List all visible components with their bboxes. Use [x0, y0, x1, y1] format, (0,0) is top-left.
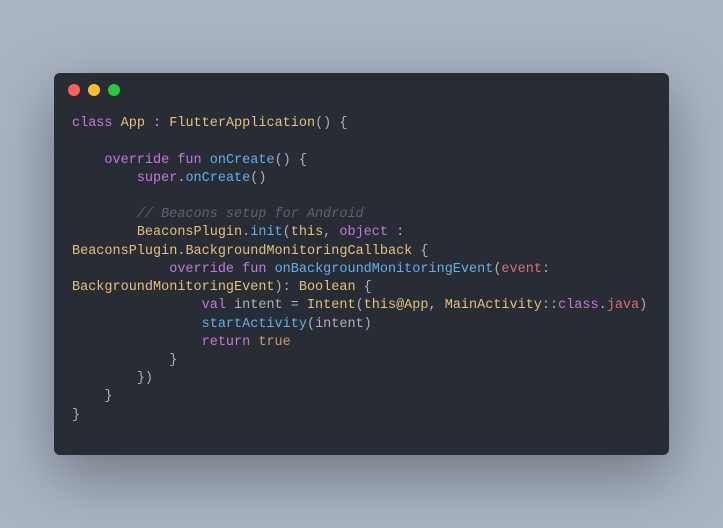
punct: : [542, 262, 558, 277]
keyword-val: val [202, 298, 226, 313]
punct: () { [315, 116, 347, 131]
keyword-fun: fun [177, 153, 201, 168]
fn-startActivity: startActivity [202, 317, 307, 332]
keyword-override: override [104, 153, 169, 168]
punct: () [250, 171, 266, 186]
punct: } [104, 389, 112, 404]
keyword-class: class [558, 298, 599, 313]
type-FlutterApplication: FlutterApplication [169, 116, 315, 131]
indent [72, 317, 202, 332]
ident-java: java [607, 298, 639, 313]
type-MainActivity: MainActivity [445, 298, 542, 313]
keyword-class: class [72, 116, 113, 131]
fn-init: init [250, 225, 282, 240]
indent [72, 298, 202, 313]
punct: ) [364, 317, 372, 332]
code-window: class App : FlutterApplication() { overr… [54, 73, 669, 455]
ident-intent: intent [226, 298, 291, 313]
punct: }) [137, 371, 153, 386]
maximize-icon[interactable] [108, 84, 120, 96]
indent [72, 171, 137, 186]
indent [72, 335, 202, 350]
keyword-this: this [291, 225, 323, 240]
punct: ( [307, 317, 315, 332]
punct: : [283, 280, 299, 295]
punct: ) [275, 280, 283, 295]
type-BackgroundMonitoringCallback: BackgroundMonitoringCallback [185, 244, 412, 259]
close-icon[interactable] [68, 84, 80, 96]
punct: { [412, 244, 428, 259]
punct: , [428, 298, 444, 313]
type-BackgroundMonitoringEvent: BackgroundMonitoringEvent [72, 280, 275, 295]
punct: { [356, 280, 372, 295]
keyword-this: this [364, 298, 396, 313]
keyword-object: object [339, 225, 388, 240]
type-Boolean: Boolean [299, 280, 356, 295]
punct: ) [639, 298, 647, 313]
punct: } [169, 353, 177, 368]
comment: // Beacons setup for Android [137, 207, 364, 222]
punct: () { [275, 153, 307, 168]
indent [72, 353, 169, 368]
param-event: event [501, 262, 542, 277]
punct: ( [356, 298, 364, 313]
indent [72, 207, 137, 222]
indent [72, 225, 137, 240]
type-BeaconsPlugin: BeaconsPlugin [137, 225, 242, 240]
indent [72, 153, 104, 168]
fn-onCreate: onCreate [185, 171, 250, 186]
punct: = [291, 298, 307, 313]
ident-intent: intent [315, 317, 364, 332]
literal-true: true [258, 335, 290, 350]
punct: : [388, 225, 412, 240]
fn-onCreate: onCreate [210, 153, 275, 168]
keyword-fun: fun [242, 262, 266, 277]
punct: : [145, 116, 169, 131]
punct: . [599, 298, 607, 313]
keyword-return: return [202, 335, 251, 350]
minimize-icon[interactable] [88, 84, 100, 96]
punct: } [72, 408, 80, 423]
type-BeaconsPlugin: BeaconsPlugin [72, 244, 177, 259]
punct: ( [283, 225, 291, 240]
indent [72, 262, 169, 277]
keyword-super: super [137, 171, 178, 186]
keyword-override: override [169, 262, 234, 277]
label-App: @App [396, 298, 428, 313]
type-App: App [121, 116, 145, 131]
window-titlebar [54, 73, 669, 107]
type-Intent: Intent [307, 298, 356, 313]
indent [72, 371, 137, 386]
fn-onBackgroundMonitoringEvent: onBackgroundMonitoringEvent [275, 262, 494, 277]
punct: :: [542, 298, 558, 313]
code-block: class App : FlutterApplication() { overr… [54, 107, 669, 455]
indent [72, 389, 104, 404]
punct: , [323, 225, 339, 240]
